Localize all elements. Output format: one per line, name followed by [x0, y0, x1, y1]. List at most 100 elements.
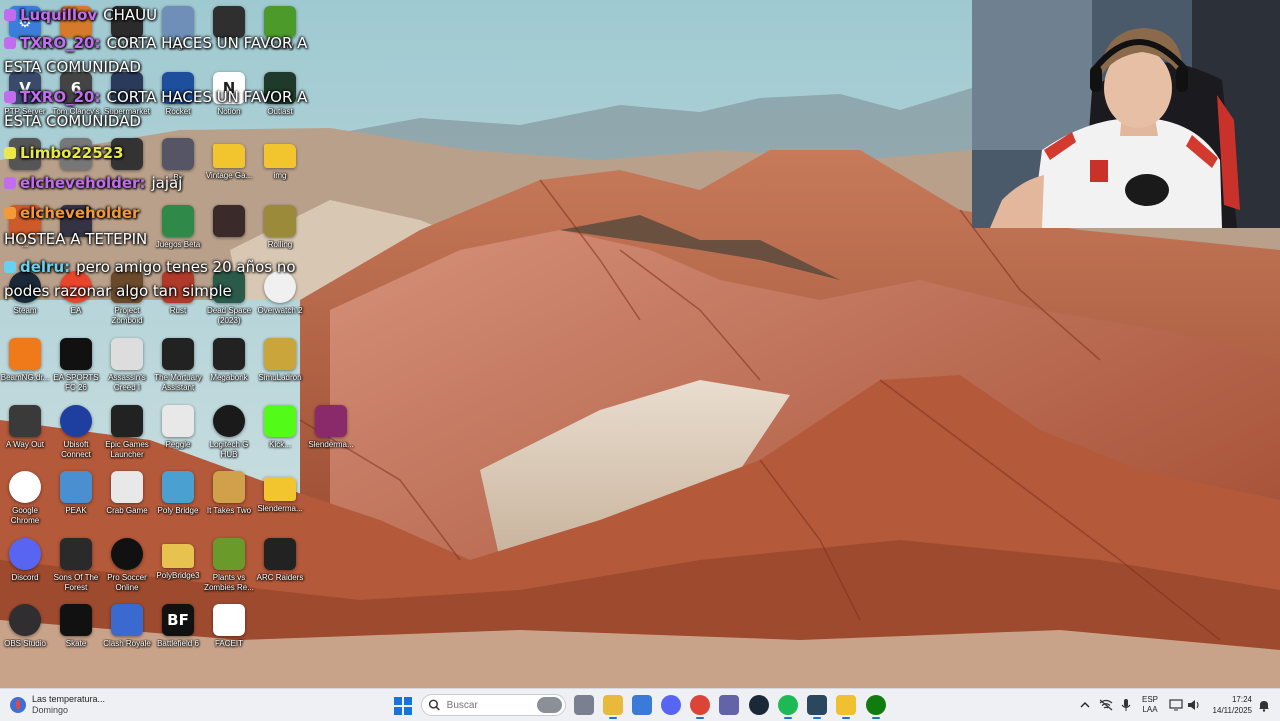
app-icon: [9, 205, 41, 237]
desktop-icon[interactable]: Vintage Ga...: [204, 138, 254, 200]
desktop-icon[interactable]: Clash Royale: [102, 604, 152, 666]
desktop-icon[interactable]: A Way Out: [0, 405, 50, 467]
desktop-icon[interactable]: Supermarket: [102, 72, 152, 134]
desktop-icon[interactable]: Ubisoft Connect: [51, 405, 101, 467]
desktop-icon[interactable]: Sons Of The Forest: [51, 538, 101, 600]
desktop-icon[interactable]: 6 Tom Clancy's: [51, 72, 101, 134]
desktop-icon[interactable]: Project Zomboid: [102, 271, 152, 333]
desktop-icon[interactable]: ...: [102, 138, 152, 200]
desktop-icon[interactable]: Juegos Beta: [153, 205, 203, 267]
taskbar-task-view-icon[interactable]: [574, 695, 594, 715]
overwatch-icon: [264, 271, 296, 303]
taskbar-steam-client-icon[interactable]: [749, 695, 769, 715]
desktop-icon[interactable]: Skate: [51, 604, 101, 666]
desktop-icon[interactable]: Discord: [0, 538, 50, 600]
desktop-icon[interactable]: SimuLadron: [255, 338, 305, 400]
desktop-icon[interactable]: N Notion: [204, 72, 254, 134]
desktop-icon[interactable]: Rocket: [153, 72, 203, 134]
taskbar: Las temperatura... Domingo ESP LAA: [0, 688, 1280, 721]
desktop-icon[interactable]: 2: [51, 6, 101, 68]
webcam-person: [972, 0, 1280, 228]
game-icon: [264, 538, 296, 570]
weather-widget[interactable]: Las temperatura... Domingo: [10, 692, 105, 718]
desktop-icon[interactable]: BeamNG.dr...: [0, 338, 50, 400]
taskbar-game-launcher-icon[interactable]: [836, 695, 856, 719]
taskbar-teams-icon[interactable]: [719, 695, 739, 715]
desktop-icon[interactable]: Logitech G HUB: [204, 405, 254, 467]
desktop-icon[interactable]: ...: [0, 205, 50, 267]
desktop-icon[interactable]: Dead Space (2023): [204, 271, 254, 333]
desktop-icon-label: 2: [73, 41, 79, 50]
desktop-icon-label: Human: [114, 41, 140, 50]
notification-bell-icon[interactable]: [1256, 689, 1272, 721]
desktop-icon[interactable]: Assassin's Creed I: [102, 338, 152, 400]
desktop-icon[interactable]: Pro Soccer Online: [102, 538, 152, 600]
search-input[interactable]: [446, 699, 537, 711]
desktop-icon[interactable]: The Mortuary Assistant: [153, 338, 203, 400]
desktop-icon[interactable]: V PTP Server: [0, 72, 50, 134]
desktop-icon[interactable]: [204, 205, 254, 267]
desktop-icon[interactable]: PolyBridge3: [153, 538, 203, 600]
microphone-icon[interactable]: [1118, 689, 1134, 721]
desktop-icon[interactable]: [51, 205, 101, 267]
desktop-icon-label: FACEIT: [214, 639, 243, 648]
desktop-icon[interactable]: ARC Raiders: [255, 538, 305, 600]
desktop-icon[interactable]: Overwatch 2: [255, 271, 305, 333]
desktop-icon[interactable]: Rolling: [255, 205, 305, 267]
language-indicator[interactable]: ESP LAA: [1138, 689, 1162, 721]
desktop-icon[interactable]: FACEIT: [204, 604, 254, 666]
taskbar-chrome-icon[interactable]: [690, 695, 710, 719]
desktop-icon-label: OBS Studio: [4, 639, 46, 648]
desktop-icon[interactable]: By: [153, 138, 203, 200]
desktop-icon[interactable]: PEAK: [51, 471, 101, 533]
app-icon: ⚙: [9, 6, 41, 38]
desktop-icon[interactable]: Rust: [153, 271, 203, 333]
desktop-icon[interactable]: ⚙: [0, 6, 50, 68]
desktop-icon[interactable]: EA SPORTS FC 26: [51, 338, 101, 400]
desktop-icon[interactable]: [204, 6, 254, 68]
taskbar-discord-icon[interactable]: [661, 695, 681, 715]
desktop-icon[interactable]: img: [255, 138, 305, 200]
taskbar-xbox-icon[interactable]: [866, 695, 886, 719]
language-code: ESP: [1141, 695, 1158, 704]
desktop-icon[interactable]: OBS Studio: [0, 604, 50, 666]
desktop-icon[interactable]: Google Chrome: [0, 471, 50, 533]
taskbar-spotify-icon[interactable]: [778, 695, 798, 719]
desktop-icon-label: Slenderma...: [308, 440, 354, 449]
taskbar-microsoft-store-icon[interactable]: [632, 695, 652, 715]
network-off-icon[interactable]: [1098, 689, 1114, 721]
desktop-icon[interactable]: Kick...: [255, 405, 305, 467]
speaker-icon[interactable]: [1186, 689, 1202, 721]
desktop-icon-label: ARC Raiders: [256, 573, 304, 582]
desktop-icon[interactable]: Slenderma...: [306, 405, 356, 467]
app-icon: [60, 6, 92, 38]
taskbar-steam-icon[interactable]: [807, 695, 827, 719]
desktop-icon[interactable]: Epic Games Launcher: [102, 405, 152, 467]
desktop-icon[interactable]: Outlast: [255, 72, 305, 134]
desktop-icon[interactable]: Megabonk: [204, 338, 254, 400]
start-button[interactable]: [394, 697, 412, 715]
desktop-icon-label: Rocket: [165, 107, 191, 116]
taskbar-file-explorer-icon[interactable]: [603, 695, 623, 719]
game-icon: [213, 471, 245, 503]
chevron-up-icon[interactable]: [1078, 689, 1092, 721]
desktop-icon-label: Crab Game: [106, 506, 148, 515]
desktop-icon[interactable]: Legs: [153, 6, 203, 68]
taskbar-search[interactable]: [421, 694, 566, 716]
desktop-icon[interactable]: Slenderma...: [255, 471, 305, 533]
desktop-icon[interactable]: Peggle: [153, 405, 203, 467]
display-icon[interactable]: [1168, 689, 1184, 721]
desktop-icon[interactable]: Factory: [255, 6, 305, 68]
desktop-icon[interactable]: Human: [102, 6, 152, 68]
desktop-icon[interactable]: Crab Game: [102, 471, 152, 533]
desktop-icon[interactable]: EA: [51, 271, 101, 333]
desktop-icon[interactable]: ...: [0, 138, 50, 200]
desktop-icon[interactable]: Plants vs Zombies Re...: [204, 538, 254, 600]
desktop-icon[interactable]: BF Battlefield 6: [153, 604, 203, 666]
desktop-icon[interactable]: It Takes Two: [204, 471, 254, 533]
desktop-icon[interactable]: ...: [51, 138, 101, 200]
game-icon: [111, 6, 143, 38]
desktop-icon[interactable]: Steam: [0, 271, 50, 333]
desktop-icon[interactable]: Poly Bridge: [153, 471, 203, 533]
taskbar-clock[interactable]: 17:24 14/11/2025: [1206, 689, 1252, 721]
